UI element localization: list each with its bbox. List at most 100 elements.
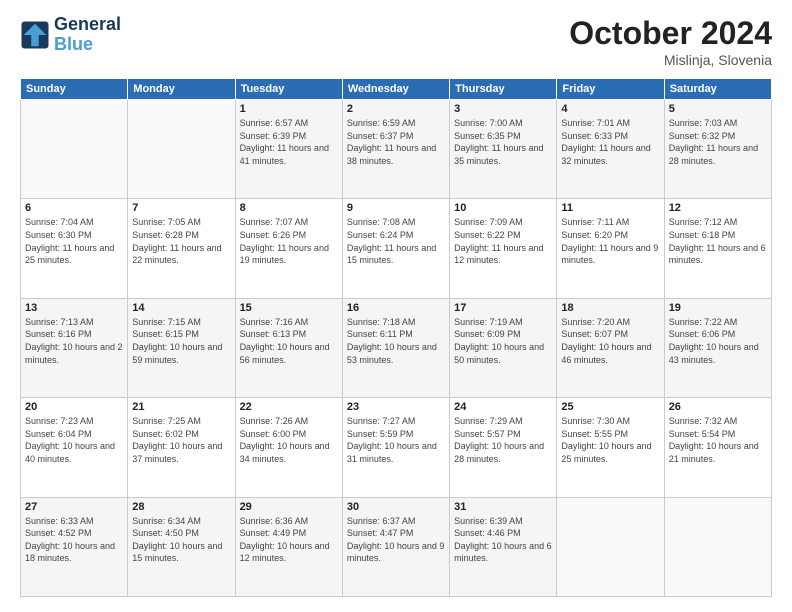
day-number: 19 — [669, 302, 767, 314]
day-info: Sunrise: 7:00 AMSunset: 6:35 PMDaylight:… — [454, 117, 552, 167]
location: Mislinja, Slovenia — [569, 52, 772, 68]
day-info: Sunrise: 6:37 AMSunset: 4:47 PMDaylight:… — [347, 515, 445, 565]
day-number: 10 — [454, 202, 552, 214]
header: General Blue October 2024 Mislinja, Slov… — [20, 15, 772, 68]
day-info: Sunrise: 6:59 AMSunset: 6:37 PMDaylight:… — [347, 117, 445, 167]
day-info: Sunrise: 7:18 AMSunset: 6:11 PMDaylight:… — [347, 316, 445, 366]
calendar-cell-w2-d5: 10 Sunrise: 7:09 AMSunset: 6:22 PMDayligh… — [450, 199, 557, 298]
day-info: Sunrise: 7:04 AMSunset: 6:30 PMDaylight:… — [25, 216, 123, 266]
col-sunday: Sunday — [21, 79, 128, 100]
day-info: Sunrise: 6:39 AMSunset: 4:46 PMDaylight:… — [454, 515, 552, 565]
week-row-5: 27 Sunrise: 6:33 AMSunset: 4:52 PMDayligh… — [21, 497, 772, 596]
day-info: Sunrise: 7:03 AMSunset: 6:32 PMDaylight:… — [669, 117, 767, 167]
day-info: Sunrise: 7:30 AMSunset: 5:55 PMDaylight:… — [561, 415, 659, 465]
col-friday: Friday — [557, 79, 664, 100]
calendar-cell-w3-d4: 16 Sunrise: 7:18 AMSunset: 6:11 PMDayligh… — [342, 298, 449, 397]
title-block: October 2024 Mislinja, Slovenia — [569, 15, 772, 68]
calendar-cell-w3-d3: 15 Sunrise: 7:16 AMSunset: 6:13 PMDayligh… — [235, 298, 342, 397]
day-info: Sunrise: 7:05 AMSunset: 6:28 PMDaylight:… — [132, 216, 230, 266]
day-number: 2 — [347, 103, 445, 115]
day-info: Sunrise: 6:33 AMSunset: 4:52 PMDaylight:… — [25, 515, 123, 565]
day-number: 21 — [132, 401, 230, 413]
calendar-cell-w4-d1: 20 Sunrise: 7:23 AMSunset: 6:04 PMDayligh… — [21, 398, 128, 497]
day-number: 13 — [25, 302, 123, 314]
calendar-cell-w1-d7: 5 Sunrise: 7:03 AMSunset: 6:32 PMDaylight… — [664, 100, 771, 199]
calendar-cell-w4-d6: 25 Sunrise: 7:30 AMSunset: 5:55 PMDayligh… — [557, 398, 664, 497]
day-info: Sunrise: 6:34 AMSunset: 4:50 PMDaylight:… — [132, 515, 230, 565]
calendar-cell-w5-d4: 30 Sunrise: 6:37 AMSunset: 4:47 PMDayligh… — [342, 497, 449, 596]
day-number: 15 — [240, 302, 338, 314]
calendar-cell-w4-d3: 22 Sunrise: 7:26 AMSunset: 6:00 PMDayligh… — [235, 398, 342, 497]
day-number: 12 — [669, 202, 767, 214]
day-info: Sunrise: 7:22 AMSunset: 6:06 PMDaylight:… — [669, 316, 767, 366]
day-number: 20 — [25, 401, 123, 413]
day-number: 25 — [561, 401, 659, 413]
day-number: 17 — [454, 302, 552, 314]
calendar-cell-w2-d4: 9Sunrise: 7:08 AMSunset: 6:24 PMDaylight… — [342, 199, 449, 298]
day-info: Sunrise: 7:25 AMSunset: 6:02 PMDaylight:… — [132, 415, 230, 465]
day-number: 5 — [669, 103, 767, 115]
calendar-cell-w4-d2: 21 Sunrise: 7:25 AMSunset: 6:02 PMDayligh… — [128, 398, 235, 497]
day-info: Sunrise: 7:01 AMSunset: 6:33 PMDaylight:… — [561, 117, 659, 167]
col-tuesday: Tuesday — [235, 79, 342, 100]
page: General Blue October 2024 Mislinja, Slov… — [0, 0, 792, 612]
col-wednesday: Wednesday — [342, 79, 449, 100]
calendar-cell-w2-d7: 12 Sunrise: 7:12 AMSunset: 6:18 PMDayligh… — [664, 199, 771, 298]
day-number: 27 — [25, 501, 123, 513]
day-info: Sunrise: 7:26 AMSunset: 6:00 PMDaylight:… — [240, 415, 338, 465]
day-number: 4 — [561, 103, 659, 115]
calendar-cell-w3-d7: 19 Sunrise: 7:22 AMSunset: 6:06 PMDayligh… — [664, 298, 771, 397]
calendar-cell-w5-d1: 27 Sunrise: 6:33 AMSunset: 4:52 PMDayligh… — [21, 497, 128, 596]
day-info: Sunrise: 7:11 AMSunset: 6:20 PMDaylight:… — [561, 216, 659, 266]
day-number: 7 — [132, 202, 230, 214]
day-info: Sunrise: 7:09 AMSunset: 6:22 PMDaylight:… — [454, 216, 552, 266]
calendar-header-row: Sunday Monday Tuesday Wednesday Thursday… — [21, 79, 772, 100]
day-number: 22 — [240, 401, 338, 413]
calendar-cell-w4-d5: 24Sunrise: 7:29 AMSunset: 5:57 PMDayligh… — [450, 398, 557, 497]
day-number: 18 — [561, 302, 659, 314]
calendar-cell-w5-d2: 28 Sunrise: 6:34 AMSunset: 4:50 PMDayligh… — [128, 497, 235, 596]
day-number: 31 — [454, 501, 552, 513]
calendar-cell-w2-d2: 7 Sunrise: 7:05 AMSunset: 6:28 PMDaylight… — [128, 199, 235, 298]
calendar-cell-w1-d3: 1 Sunrise: 6:57 AMSunset: 6:39 PMDaylight… — [235, 100, 342, 199]
day-info: Sunrise: 7:13 AMSunset: 6:16 PMDaylight:… — [25, 316, 123, 366]
day-number: 9 — [347, 202, 445, 214]
week-row-2: 6 Sunrise: 7:04 AMSunset: 6:30 PMDaylight… — [21, 199, 772, 298]
col-saturday: Saturday — [664, 79, 771, 100]
calendar-cell-w1-d6: 4 Sunrise: 7:01 AMSunset: 6:33 PMDaylight… — [557, 100, 664, 199]
calendar-cell-w5-d6 — [557, 497, 664, 596]
day-number: 3 — [454, 103, 552, 115]
calendar-cell-w1-d5: 3 Sunrise: 7:00 AMSunset: 6:35 PMDaylight… — [450, 100, 557, 199]
col-monday: Monday — [128, 79, 235, 100]
week-row-3: 13 Sunrise: 7:13 AMSunset: 6:16 PMDayligh… — [21, 298, 772, 397]
day-info: Sunrise: 7:15 AMSunset: 6:15 PMDaylight:… — [132, 316, 230, 366]
calendar-cell-w2-d6: 11Sunrise: 7:11 AMSunset: 6:20 PMDayligh… — [557, 199, 664, 298]
day-info: Sunrise: 7:12 AMSunset: 6:18 PMDaylight:… — [669, 216, 767, 266]
calendar-cell-w1-d4: 2 Sunrise: 6:59 AMSunset: 6:37 PMDaylight… — [342, 100, 449, 199]
day-number: 16 — [347, 302, 445, 314]
day-info: Sunrise: 6:57 AMSunset: 6:39 PMDaylight:… — [240, 117, 338, 167]
day-info: Sunrise: 7:23 AMSunset: 6:04 PMDaylight:… — [25, 415, 123, 465]
day-info: Sunrise: 7:27 AMSunset: 5:59 PMDaylight:… — [347, 415, 445, 465]
day-number: 23 — [347, 401, 445, 413]
day-number: 6 — [25, 202, 123, 214]
logo-icon — [20, 20, 50, 50]
day-number: 8 — [240, 202, 338, 214]
day-info: Sunrise: 7:16 AMSunset: 6:13 PMDaylight:… — [240, 316, 338, 366]
day-number: 14 — [132, 302, 230, 314]
day-number: 24 — [454, 401, 552, 413]
day-info: Sunrise: 7:19 AMSunset: 6:09 PMDaylight:… — [454, 316, 552, 366]
day-number: 1 — [240, 103, 338, 115]
day-info: Sunrise: 7:32 AMSunset: 5:54 PMDaylight:… — [669, 415, 767, 465]
month-title: October 2024 — [569, 15, 772, 52]
calendar-cell-w3-d1: 13 Sunrise: 7:13 AMSunset: 6:16 PMDayligh… — [21, 298, 128, 397]
calendar-cell-w5-d7 — [664, 497, 771, 596]
calendar-cell-w2-d3: 8Sunrise: 7:07 AMSunset: 6:26 PMDaylight… — [235, 199, 342, 298]
day-number: 28 — [132, 501, 230, 513]
calendar-cell-w1-d2 — [128, 100, 235, 199]
calendar-cell-w3-d2: 14 Sunrise: 7:15 AMSunset: 6:15 PMDayligh… — [128, 298, 235, 397]
day-number: 30 — [347, 501, 445, 513]
col-thursday: Thursday — [450, 79, 557, 100]
calendar-cell-w4-d4: 23 Sunrise: 7:27 AMSunset: 5:59 PMDayligh… — [342, 398, 449, 497]
week-row-1: 1 Sunrise: 6:57 AMSunset: 6:39 PMDaylight… — [21, 100, 772, 199]
